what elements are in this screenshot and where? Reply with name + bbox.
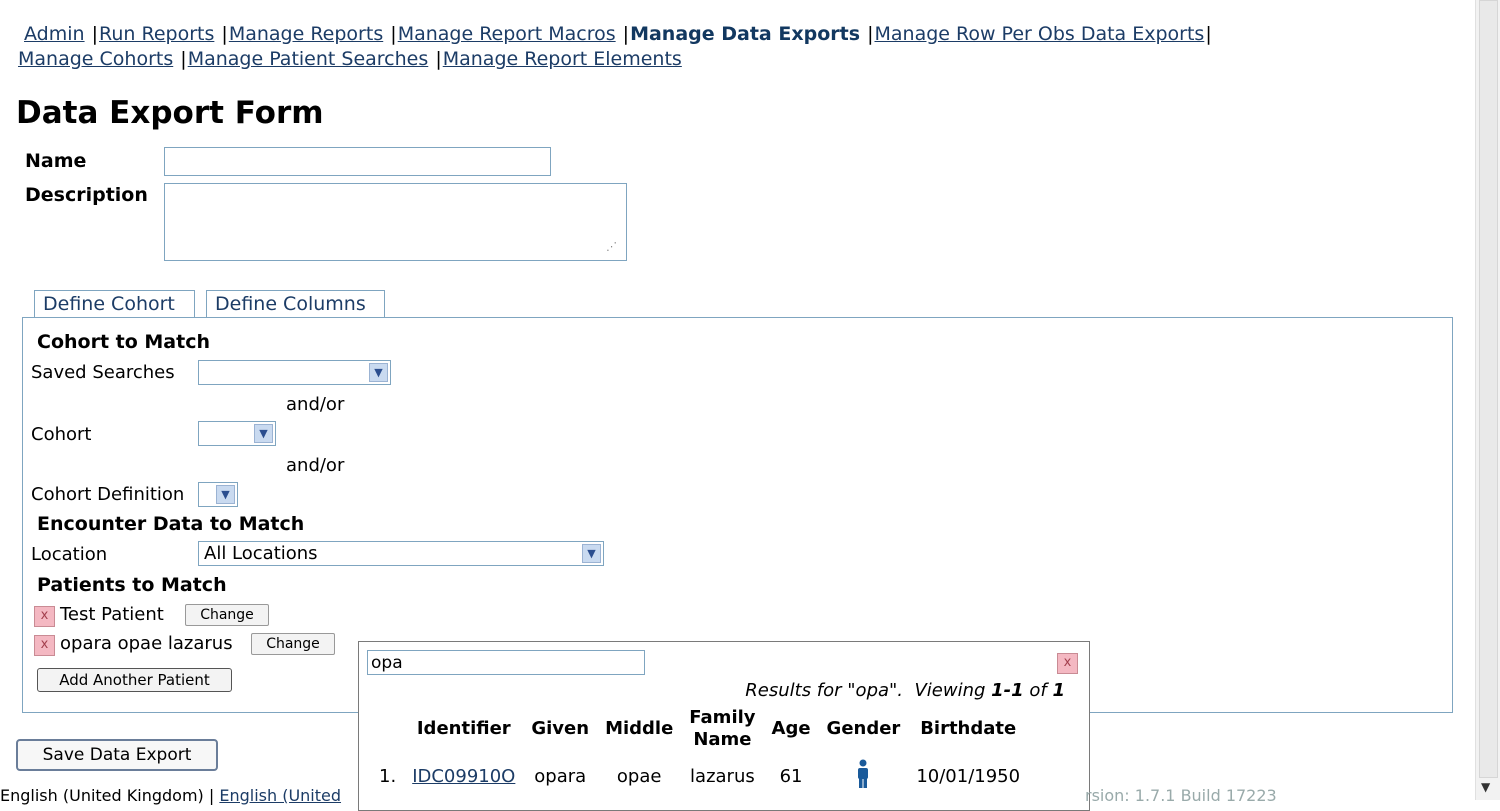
column-header: Family Name [689,707,756,750]
location-select[interactable]: All Locations ▼ [198,541,604,566]
cohort-label: Cohort [31,424,92,445]
cohort-definition-select[interactable]: ▼ [198,482,238,507]
search-results-summary: Results for "opa". Viewing 1-1 of 1 [745,680,1065,701]
andor-label: and/or [286,394,345,415]
change-patient-button[interactable]: Change [251,633,335,655]
remove-patient-icon[interactable]: x [34,606,55,627]
add-another-patient-button[interactable]: Add Another Patient [37,668,232,692]
chevron-down-icon: ▼ [254,424,273,443]
patient-name: Test Patient [60,604,164,625]
nav-manage-row-per-obs-link[interactable]: Manage Row Per Obs Data Exports [874,23,1204,45]
description-label: Description [25,184,148,206]
patient-search-popup: x Results for "opa". Viewing 1-1 of 1 Id… [358,641,1090,811]
change-patient-button[interactable]: Change [185,604,269,626]
description-textarea[interactable] [164,183,627,261]
nav-separator: | [1205,23,1212,45]
nav-separator: | [435,48,442,70]
family-name-cell: lazarus [690,766,755,787]
column-header: Given [531,718,590,739]
name-label: Name [25,150,87,172]
cohort-section-title: Cohort to Match [37,331,210,353]
results-range: 1-1 [991,680,1024,701]
chevron-down-icon: ▼ [216,485,235,504]
column-header: Identifier [416,718,511,739]
table-row[interactable]: 1. IDC09910O opara opae lazarus 61 10/01… [371,753,1028,800]
nav-separator: | [221,23,228,45]
gender-cell [819,753,909,800]
column-header [371,705,404,753]
nav-line-2: Manage Cohorts |Manage Patient Searches … [18,47,1418,72]
column-header: Age [771,718,811,739]
nav-separator: | [180,48,187,70]
resize-grip-icon[interactable]: ⋰ [606,240,617,253]
saved-searches-label: Saved Searches [31,362,175,383]
tab-define-cohort[interactable]: Define Cohort [34,290,195,318]
admin-nav: Admin |Run Reports |Manage Reports |Mana… [18,22,1418,72]
footer-separator: | [208,786,215,805]
chevron-down-icon: ▼ [582,544,601,563]
results-of: of [1023,680,1053,701]
nav-separator: | [91,23,99,45]
tab-define-columns[interactable]: Define Columns [206,290,385,318]
cohort-select[interactable]: ▼ [198,421,276,446]
version-text: rsion: 1.7.1 Build 17223 [1085,786,1277,805]
male-person-icon [858,759,869,788]
encounter-section-title: Encounter Data to Match [37,513,305,535]
chevron-down-icon: ▼ [369,363,388,382]
nav-admin-link[interactable]: Admin [24,23,85,45]
nav-manage-data-exports-current: Manage Data Exports [630,23,861,45]
vertical-scrollbar[interactable]: ▼ [1475,0,1500,800]
nav-separator: | [390,23,397,45]
andor-label: and/or [286,455,345,476]
nav-run-reports-link[interactable]: Run Reports [99,23,214,45]
search-results-table: Identifier Given Middle Family Name Age … [371,705,1028,800]
birthdate-cell: 10/01/1950 [916,766,1021,787]
footer: English (United Kingdom) | English (Unit… [0,786,341,805]
patient-name: opara opae lazarus [60,633,233,654]
results-header-row: Identifier Given Middle Family Name Age … [371,705,1028,753]
column-header: Birthdate [920,718,1017,739]
nav-manage-report-elements-link[interactable]: Manage Report Elements [443,48,682,70]
nav-manage-report-macros-link[interactable]: Manage Report Macros [398,23,616,45]
locale-current: English (United Kingdom) [0,786,204,805]
nav-separator: | [622,23,630,45]
nav-manage-cohorts-link[interactable]: Manage Cohorts [18,48,173,70]
location-label: Location [31,544,108,565]
nav-manage-reports-link[interactable]: Manage Reports [229,23,383,45]
row-index: 1. [379,766,397,787]
location-value: All Locations [204,543,318,564]
saved-searches-select[interactable]: ▼ [198,360,391,385]
results-total: 1 [1052,680,1065,701]
close-popup-icon[interactable]: x [1057,653,1078,674]
nav-line-1: Admin |Run Reports |Manage Reports |Mana… [18,22,1418,47]
age-cell: 61 [779,766,803,787]
patient-identifier-link[interactable]: IDC09910O [412,766,515,787]
name-input[interactable] [164,147,551,176]
scrollbar-thumb[interactable] [1479,0,1498,778]
nav-manage-patient-searches-link[interactable]: Manage Patient Searches [188,48,429,70]
remove-patient-icon[interactable]: x [34,635,55,656]
column-header: Middle [605,718,674,739]
locale-link[interactable]: English (United [219,786,341,805]
page-title: Data Export Form [16,95,324,131]
scroll-down-icon[interactable]: ▼ [1481,780,1490,794]
column-header: Gender [826,718,901,739]
patients-section-title: Patients to Match [37,574,227,596]
save-data-export-button[interactable]: Save Data Export [16,739,218,771]
given-name-cell: opara [534,766,587,787]
middle-name-cell: opae [616,766,662,787]
patient-search-input[interactable] [367,650,645,675]
results-prefix: Results for "opa". Viewing [745,680,992,701]
cohort-definition-label: Cohort Definition [31,484,185,505]
